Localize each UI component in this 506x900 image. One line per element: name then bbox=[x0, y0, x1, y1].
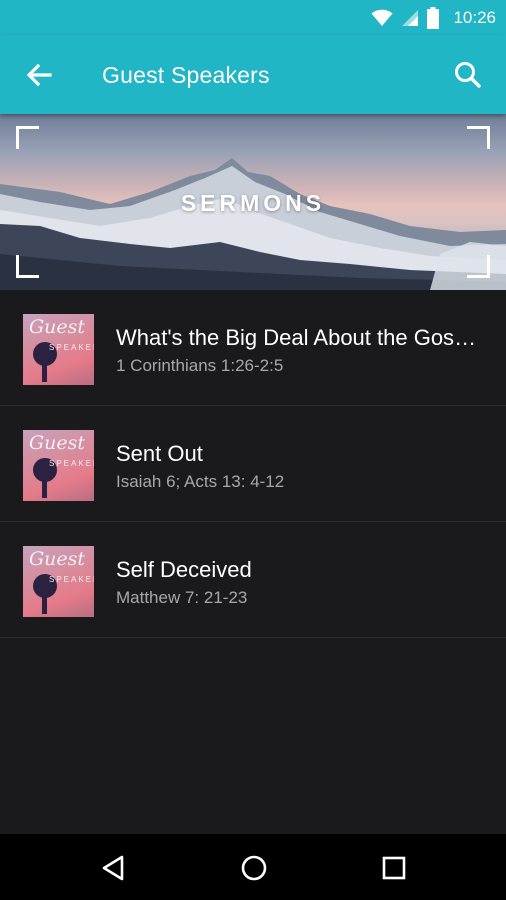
sermons-banner: SERMONS bbox=[0, 114, 506, 290]
app-bar: Guest Speakers bbox=[0, 35, 506, 114]
microphone-stand bbox=[42, 480, 47, 498]
nav-home-button[interactable] bbox=[237, 851, 271, 885]
sermon-reference: 1 Corinthians 1:26-2:5 bbox=[116, 356, 284, 375]
nav-recents-icon bbox=[382, 856, 406, 880]
arrow-back-icon bbox=[26, 63, 52, 87]
thumbnail-speaker-text: SPEAKER bbox=[49, 575, 94, 584]
sermon-reference: Isaiah 6; Acts 13: 4-12 bbox=[116, 472, 285, 491]
back-button[interactable] bbox=[22, 59, 58, 91]
nav-back-icon bbox=[102, 855, 124, 881]
frame-corner-top-right bbox=[467, 126, 490, 149]
wifi-icon bbox=[371, 9, 393, 26]
frame-corner-bottom-left bbox=[16, 255, 39, 278]
nav-recents-button[interactable] bbox=[377, 851, 411, 885]
list-item[interactable]: Guest SPEAKER What's the Big Deal About … bbox=[0, 290, 506, 406]
microphone-stand bbox=[42, 596, 47, 614]
thumbnail-guest-text: Guest bbox=[29, 316, 86, 338]
sermon-thumbnail: Guest SPEAKER bbox=[23, 430, 94, 501]
sermon-title: What's the Big Deal About the Gospel? bbox=[116, 325, 488, 350]
banner-title: SERMONS bbox=[180, 190, 326, 216]
sermon-title: Sent Out bbox=[116, 441, 203, 466]
microphone-stand bbox=[42, 364, 47, 382]
sermon-thumbnail: Guest SPEAKER bbox=[23, 546, 94, 617]
list-item[interactable]: Guest SPEAKER Sent Out Isaiah 6; Acts 13… bbox=[0, 406, 506, 522]
sermon-thumbnail: Guest SPEAKER bbox=[23, 314, 94, 385]
battery-icon bbox=[427, 7, 440, 29]
status-bar: 10:26 bbox=[0, 0, 506, 35]
thumbnail-speaker-text: SPEAKER bbox=[49, 459, 94, 468]
frame-corner-top-left bbox=[16, 126, 39, 149]
status-time: 10:26 bbox=[453, 8, 496, 27]
screen: 10:26 Guest Speakers SERMONS Guest SPEAK… bbox=[0, 0, 506, 900]
list-item[interactable]: Guest SPEAKER Self Deceived Matthew 7: 2… bbox=[0, 522, 506, 638]
search-icon bbox=[455, 62, 481, 88]
search-button[interactable] bbox=[450, 57, 486, 93]
signal-icon bbox=[402, 10, 419, 26]
thumbnail-speaker-text: SPEAKER bbox=[49, 343, 94, 352]
sermon-list: Guest SPEAKER What's the Big Deal About … bbox=[0, 290, 506, 638]
nav-home-icon bbox=[241, 855, 267, 881]
thumbnail-guest-text: Guest bbox=[29, 432, 86, 454]
thumbnail-guest-text: Guest bbox=[29, 548, 86, 570]
sermon-title: Self Deceived bbox=[116, 557, 252, 582]
nav-back-button[interactable] bbox=[97, 851, 131, 885]
sermon-reference: Matthew 7: 21-23 bbox=[116, 588, 248, 607]
page-title: Guest Speakers bbox=[102, 62, 270, 88]
system-nav-bar bbox=[0, 834, 506, 900]
frame-corner-bottom-right bbox=[467, 255, 490, 278]
status-icons: 10:26 bbox=[371, 6, 496, 30]
